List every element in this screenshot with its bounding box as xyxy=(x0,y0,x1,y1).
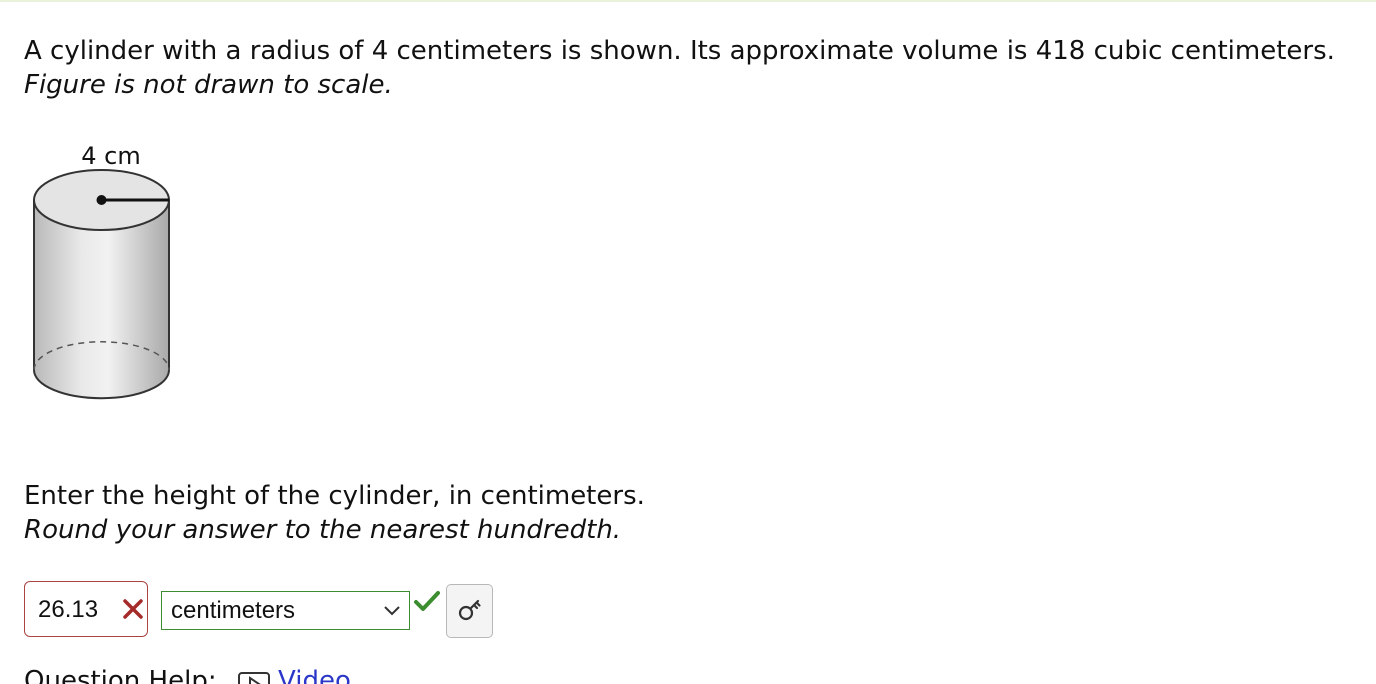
key-icon xyxy=(458,599,481,621)
answer-value[interactable]: 26.13 xyxy=(38,595,98,625)
top-divider xyxy=(0,0,1376,2)
x-mark-icon xyxy=(123,599,143,619)
radius-label: 4 cm xyxy=(81,142,140,170)
prompt-instruction: Round your answer to the nearest hundred… xyxy=(24,515,622,545)
question-note: Figure is not drawn to scale. xyxy=(24,70,393,100)
question-page: A cylinder with a radius of 4 centimeter… xyxy=(0,0,1376,684)
unit-selected-value: centimeters xyxy=(171,597,296,624)
chevron-down-icon xyxy=(384,606,400,616)
question-line-1: A cylinder with a radius of 4 centimeter… xyxy=(24,36,1335,66)
video-icon[interactable] xyxy=(238,672,270,684)
cylinder-diagram: 4 cm xyxy=(33,142,170,400)
question-help: Question Help: Video xyxy=(24,664,351,684)
prompt-line-1: Enter the height of the cylinder, in cen… xyxy=(24,481,645,511)
cylinder-figure: 4 cm xyxy=(24,136,194,416)
answer-key-button[interactable] xyxy=(446,584,493,638)
center-point xyxy=(96,195,107,205)
question-help-label: Question Help: xyxy=(24,666,217,684)
answer-input[interactable]: 26.13 xyxy=(24,581,148,637)
video-link[interactable]: Video xyxy=(278,664,351,684)
unit-dropdown[interactable]: centimeters xyxy=(161,591,410,630)
prompt-text: Enter the height of the cylinder, in cen… xyxy=(24,479,645,547)
check-mark-icon xyxy=(414,591,440,611)
question-text: A cylinder with a radius of 4 centimeter… xyxy=(24,34,1335,102)
